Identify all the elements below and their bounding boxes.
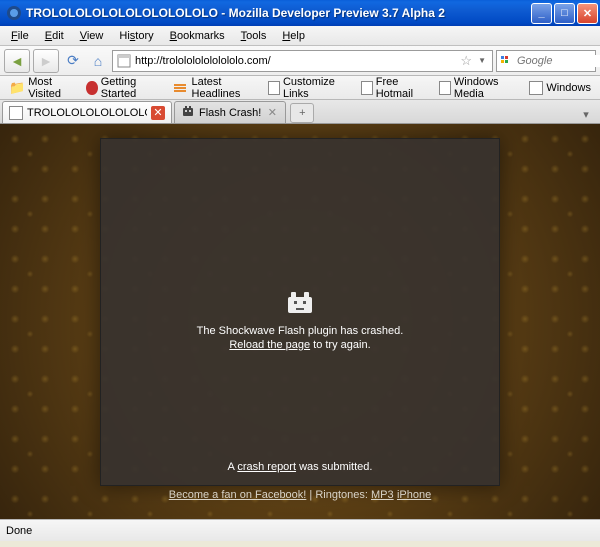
search-input[interactable]	[517, 55, 600, 67]
iphone-link[interactable]: iPhone	[397, 489, 431, 501]
content-area: The Shockwave Flash plugin has crashed. …	[0, 124, 600, 519]
crash-reload-line: Reload the page to try again.	[229, 339, 370, 351]
tab-label: TROLOLOLOLOLOLOLOLOLOLO	[27, 107, 147, 119]
close-button[interactable]: ✕	[577, 3, 598, 24]
bookmark-free-hotmail[interactable]: Free Hotmail	[356, 74, 432, 102]
url-bar[interactable]: ☆ ▼	[112, 50, 493, 72]
page-icon	[361, 81, 373, 95]
menu-help[interactable]: Help	[275, 28, 312, 44]
page-icon	[529, 81, 543, 95]
menu-view[interactable]: View	[73, 28, 111, 44]
home-button[interactable]: ⌂	[87, 50, 109, 72]
navigation-toolbar: ◄ ► ⟳ ⌂ ☆ ▼	[0, 46, 600, 76]
bookmark-windows[interactable]: Windows	[524, 79, 596, 97]
reload-button[interactable]: ⟳	[62, 50, 84, 72]
crash-lego-icon	[286, 289, 314, 315]
crash-report-line: A crash report was submitted.	[101, 461, 499, 473]
bookmark-star-icon[interactable]: ☆	[460, 53, 472, 69]
bookmark-getting-started[interactable]: Getting Started	[81, 74, 166, 102]
menu-file[interactable]: File	[4, 28, 36, 44]
plugin-crash-overlay: The Shockwave Flash plugin has crashed. …	[100, 138, 500, 486]
menu-tools[interactable]: Tools	[234, 28, 274, 44]
favicon	[9, 106, 23, 120]
tab-trololo[interactable]: TROLOLOLOLOLOLOLOLOLOLO ✕	[2, 101, 172, 123]
tab-label: Flash Crash!	[199, 107, 261, 119]
forward-button[interactable]: ►	[33, 49, 59, 73]
maximize-button[interactable]: □	[554, 3, 575, 24]
menu-bookmarks[interactable]: Bookmarks	[163, 28, 232, 44]
facebook-link[interactable]: Become a fan on Facebook!	[169, 489, 307, 501]
reload-page-link[interactable]: Reload the page	[229, 339, 310, 351]
window-titlebar: TROLOLOLOLOLOLOLOLOLOLO - Mozilla Develo…	[0, 0, 600, 26]
search-box[interactable]	[496, 50, 596, 72]
page-footer-links: Become a fan on Facebook! | Ringtones: M…	[0, 487, 600, 501]
new-tab-button[interactable]: +	[290, 103, 314, 123]
bookmarks-toolbar: 📁Most Visited Getting Started Latest Hea…	[0, 76, 600, 100]
rss-icon	[174, 84, 186, 92]
page-icon	[439, 81, 451, 95]
url-input[interactable]	[135, 55, 457, 67]
google-icon	[500, 54, 514, 68]
bookmark-customize-links[interactable]: Customize Links	[263, 74, 354, 102]
firefox-icon	[86, 81, 98, 95]
url-dropdown-icon[interactable]: ▼	[475, 56, 489, 65]
status-text: Done	[6, 525, 32, 537]
folder-icon: 📁	[9, 80, 25, 96]
tab-flash-crash[interactable]: Flash Crash! ✕	[174, 101, 286, 123]
tab-bar: TROLOLOLOLOLOLOLOLOLOLO ✕ Flash Crash! ✕…	[0, 100, 600, 124]
crash-message: The Shockwave Flash plugin has crashed.	[197, 325, 404, 337]
page-icon	[268, 81, 280, 95]
menu-edit[interactable]: Edit	[38, 28, 71, 44]
menu-history[interactable]: History	[112, 28, 160, 44]
app-icon	[6, 5, 22, 21]
minimize-button[interactable]: _	[531, 3, 552, 24]
window-title: TROLOLOLOLOLOLOLOLOLOLO - Mozilla Develo…	[26, 6, 531, 20]
mp3-link[interactable]: MP3	[371, 489, 394, 501]
crash-favicon	[181, 104, 195, 121]
crash-report-link[interactable]: crash report	[237, 461, 296, 473]
bookmark-most-visited[interactable]: 📁Most Visited	[4, 74, 79, 102]
status-bar: Done	[0, 519, 600, 541]
tab-close-button[interactable]: ✕	[265, 106, 279, 120]
bookmark-latest-headlines[interactable]: Latest Headlines	[169, 74, 262, 102]
bookmark-windows-media[interactable]: Windows Media	[434, 74, 522, 102]
tab-close-button[interactable]: ✕	[151, 106, 165, 120]
site-identity-icon[interactable]	[116, 53, 132, 69]
menu-bar: File Edit View History Bookmarks Tools H…	[0, 26, 600, 46]
back-button[interactable]: ◄	[4, 49, 30, 73]
tab-list-button[interactable]: ▾	[577, 105, 595, 123]
